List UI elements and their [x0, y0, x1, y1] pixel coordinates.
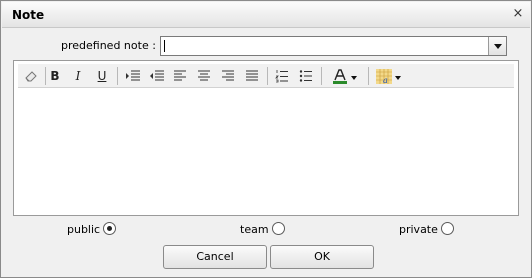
editor-toolbar: B I U a [18, 64, 514, 88]
dialog-titlebar[interactable]: Note × [2, 2, 530, 28]
dialog-title: Note [12, 8, 45, 22]
chevron-down-icon [351, 76, 357, 80]
align-left-icon[interactable] [169, 66, 191, 86]
toolbar-separator [321, 67, 322, 85]
radio-public[interactable] [103, 222, 116, 235]
font-color-button[interactable] [328, 66, 362, 86]
predefined-note-label: predefined note : [61, 39, 156, 52]
indent-icon[interactable] [121, 66, 143, 86]
radio-label-private: private [399, 223, 438, 236]
justify-icon[interactable] [241, 66, 263, 86]
text-cursor [164, 40, 165, 52]
radio-team[interactable] [272, 222, 285, 235]
chevron-down-icon[interactable] [488, 37, 506, 55]
bold-button[interactable]: B [44, 66, 66, 86]
ordered-list-icon[interactable] [271, 66, 293, 86]
svg-text:a: a [383, 76, 388, 84]
background-color-button[interactable]: a [372, 66, 406, 86]
radio-private[interactable] [441, 222, 454, 235]
close-icon[interactable]: × [510, 6, 526, 22]
eraser-icon[interactable] [20, 66, 42, 86]
align-center-icon[interactable] [193, 66, 215, 86]
toolbar-separator [368, 67, 369, 85]
radio-label-team: team [240, 223, 269, 236]
outdent-icon[interactable] [145, 66, 167, 86]
note-dialog: Note × predefined note : B I U a public … [0, 0, 532, 278]
underline-button[interactable]: U [91, 66, 113, 86]
chevron-down-icon [395, 76, 401, 80]
toolbar-separator [267, 67, 268, 85]
cancel-button[interactable]: Cancel [163, 245, 267, 269]
unordered-list-icon[interactable] [295, 66, 317, 86]
ok-button[interactable]: OK [270, 245, 374, 269]
rich-text-editor: B I U a [13, 60, 519, 216]
note-text-area[interactable] [15, 89, 517, 215]
predefined-note-select[interactable] [160, 36, 507, 56]
italic-button[interactable]: I [67, 66, 89, 86]
toolbar-separator [117, 67, 118, 85]
radio-label-public: public [67, 223, 101, 236]
align-right-icon[interactable] [217, 66, 239, 86]
